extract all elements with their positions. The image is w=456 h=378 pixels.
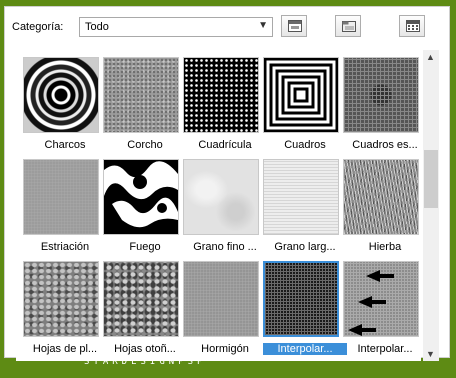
texture-thumbnail [103, 57, 179, 133]
texture-label: Interpolar... [263, 343, 347, 355]
texture-thumbnail [343, 261, 419, 337]
texture-label: Hojas de pl... [32, 343, 98, 355]
texture-thumbnail [343, 57, 419, 133]
texture-thumbnail [103, 159, 179, 235]
texture-thumbnail [343, 159, 419, 235]
calculator-button[interactable] [399, 15, 425, 37]
texture-gallery: Charcos Corcho Cuadrícula Cuadros Cuadro… [16, 50, 421, 361]
scrollbar-thumb[interactable] [424, 150, 438, 208]
texture-thumbnail [183, 261, 259, 337]
calculator-icon [406, 20, 420, 32]
texture-label: Cuadros [284, 139, 326, 151]
texture-label: Charcos [44, 139, 86, 151]
texture-thumbnail [23, 261, 99, 337]
window-frame: Categoría: Todo ▼ Charcos Corcho Cuadríc… [0, 0, 456, 378]
texture-label: Grano larg... [274, 241, 336, 253]
texture-label: Grano fino ... [193, 241, 257, 253]
arrows-pattern [348, 270, 394, 336]
vertical-scrollbar[interactable]: ▲ ▼ [423, 50, 439, 361]
texture-label: Hojas otoñ... [114, 343, 176, 355]
category-value: Todo [85, 21, 109, 33]
texture-thumbnail [23, 57, 99, 133]
texture-thumbnail [263, 261, 339, 337]
window-icon [288, 20, 302, 32]
texture-thumbnail [183, 159, 259, 235]
category-label: Categoría: [12, 21, 64, 33]
texture-thumbnail [103, 261, 179, 337]
texture-label: Corcho [127, 139, 163, 151]
scroll-down-icon[interactable]: ▼ [426, 349, 435, 359]
fire-pattern [104, 161, 178, 228]
texture-picker-panel: Categoría: Todo ▼ Charcos Corcho Cuadríc… [4, 6, 450, 361]
texture-thumbnail [263, 159, 339, 235]
open-folder-button[interactable] [335, 15, 361, 37]
texture-label: Hierba [368, 241, 402, 253]
chevron-down-icon: ▼ [258, 20, 268, 31]
texture-label: Estriación [40, 241, 90, 253]
texture-label: Hormigón [201, 343, 249, 355]
texture-thumbnail [263, 57, 339, 133]
texture-label: Interpolar... [357, 343, 413, 355]
texture-thumbnail [183, 57, 259, 133]
texture-label: Cuadrícula [198, 139, 252, 151]
texture-thumbnail [23, 159, 99, 235]
category-dropdown[interactable]: Todo ▼ [79, 17, 273, 37]
concentric-squares-pattern [264, 58, 338, 132]
texture-label: Cuadros es... [352, 139, 418, 151]
texture-label: Fuego [129, 241, 161, 253]
folder-icon [342, 21, 356, 32]
scroll-up-icon[interactable]: ▲ [426, 52, 435, 62]
view-window-button[interactable] [281, 15, 307, 37]
watermark-text: STARDESIGNPSP [84, 357, 207, 367]
